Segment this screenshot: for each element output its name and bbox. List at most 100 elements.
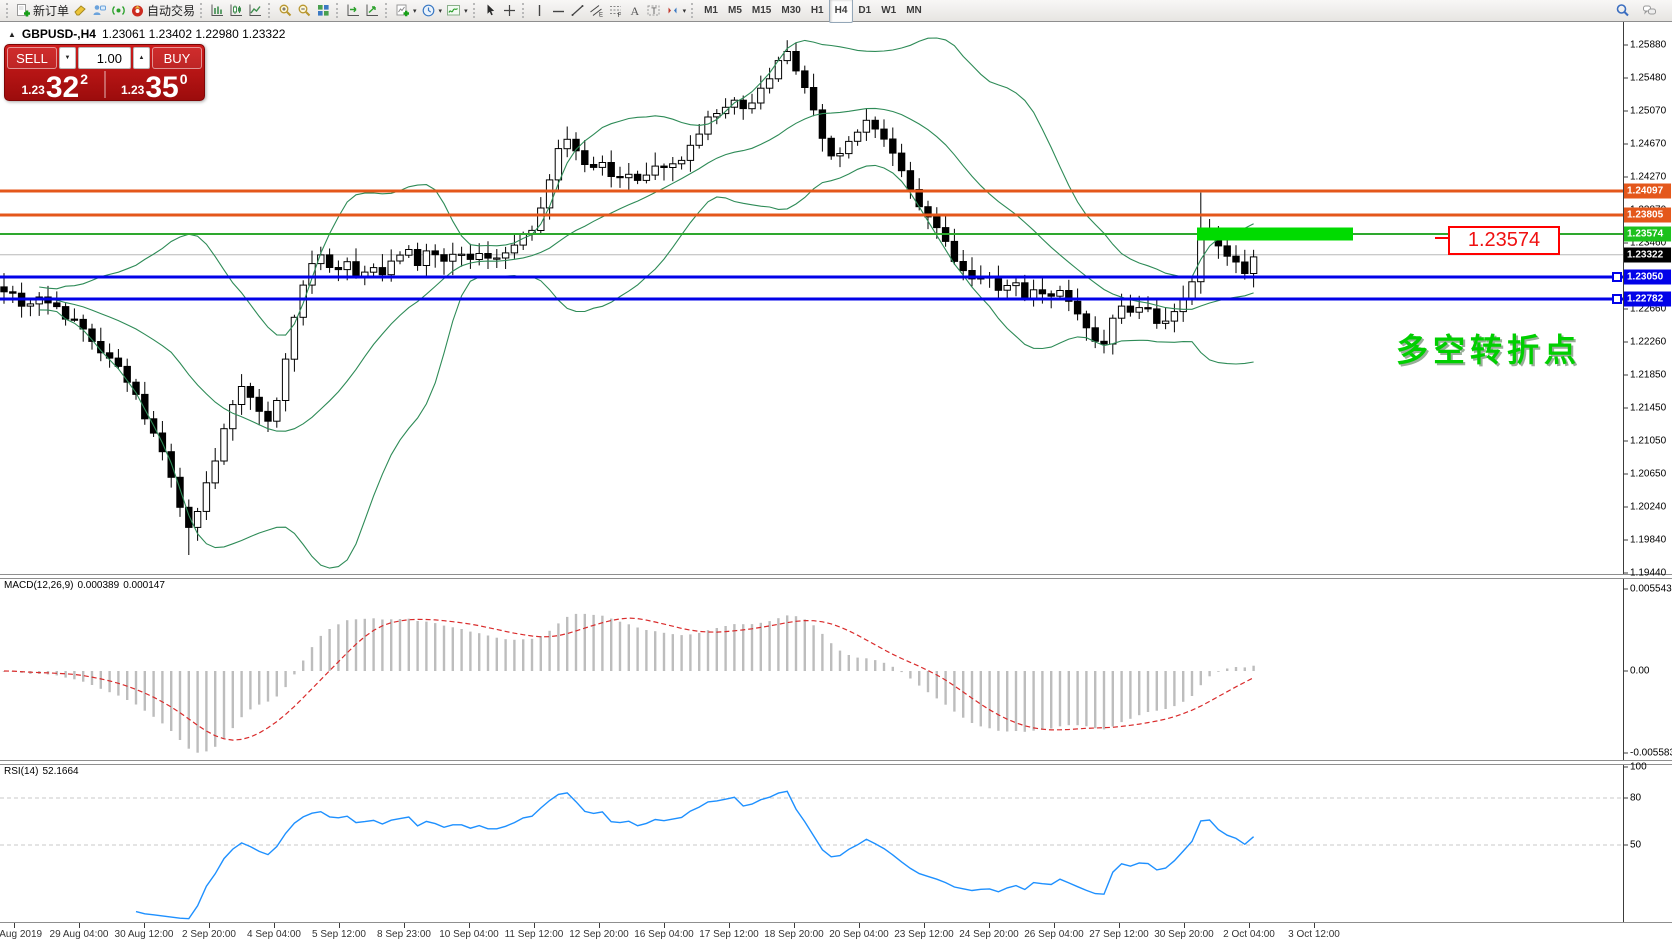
- timeframe-M5-button[interactable]: M5: [723, 0, 747, 22]
- horizontal-line-object[interactable]: [0, 298, 1623, 301]
- price-divider: [104, 71, 106, 98]
- time-axis-tick: [729, 923, 730, 928]
- collapse-panel-icon[interactable]: ▲: [8, 30, 16, 39]
- volume-decrease-button[interactable]: ▼: [59, 47, 76, 69]
- time-axis-tick: [859, 923, 860, 928]
- toolbar-new-order-button[interactable]: 新订单: [14, 1, 71, 20]
- toolbar-cursor-button[interactable]: [481, 1, 500, 20]
- timeframe-MN-button[interactable]: MN: [901, 0, 927, 22]
- toolbar-line-chart-button[interactable]: [246, 1, 265, 20]
- horizontal-line-object[interactable]: [0, 276, 1623, 279]
- rsi-axis-tick: [1623, 845, 1628, 846]
- toolbar-autotrade-button[interactable]: 自动交易: [128, 1, 197, 20]
- toolbar-arrows-button[interactable]: ▾: [663, 1, 689, 20]
- volume-increase-button[interactable]: ▲: [133, 47, 150, 69]
- sell-price[interactable]: 1.23 32 2: [7, 69, 103, 100]
- time-axis-label: 23 Sep 12:00: [894, 929, 954, 940]
- trendline-icon: [570, 3, 585, 18]
- rsi-label: RSI(14)52.1664: [4, 766, 83, 777]
- toolbar-grip: [473, 3, 478, 18]
- timeframe-D1-button[interactable]: D1: [853, 0, 876, 22]
- toolbar-new-chart-button[interactable]: ▾: [393, 1, 419, 20]
- toolbar-period-clock-button[interactable]: ▾: [419, 1, 445, 20]
- price-axis-label: 1.24670: [1630, 139, 1666, 150]
- line-endpoint-marker[interactable]: [1612, 272, 1622, 282]
- macd-axis-label: 0.005543: [1630, 584, 1672, 595]
- toolbar-tile-windows-button[interactable]: [314, 1, 333, 20]
- toolbar-community-button[interactable]: [1640, 1, 1659, 20]
- price-axis-label: 1.22260: [1630, 336, 1666, 347]
- toolbar-search-button[interactable]: [1613, 1, 1632, 20]
- rsi-axis-label: 80: [1630, 792, 1641, 803]
- toolbar-horizontal-line-button[interactable]: [549, 1, 568, 20]
- toolbar-trendline-button[interactable]: [568, 1, 587, 20]
- price-axis-label: 1.21050: [1630, 436, 1666, 447]
- time-axis-label: 26 Sep 04:00: [1024, 929, 1084, 940]
- price-line-badge: 1.23574: [1624, 227, 1671, 242]
- volume-input[interactable]: 1.00: [78, 47, 131, 69]
- timeframe-M15-button[interactable]: M15: [747, 0, 776, 22]
- horizontal-line-object[interactable]: [0, 214, 1623, 217]
- timeframe-M1-button[interactable]: M1: [699, 0, 723, 22]
- price-axis-tick: [1623, 111, 1628, 112]
- timeframe-M30-button[interactable]: M30: [776, 0, 805, 22]
- pane-splitter-rsi[interactable]: [0, 760, 1672, 765]
- timeframe-W1-button[interactable]: W1: [876, 0, 901, 22]
- highlighted-line-segment[interactable]: [1197, 228, 1353, 241]
- timeframe-H4-button[interactable]: H4: [829, 0, 854, 23]
- time-axis-tick: [1119, 923, 1120, 928]
- toolbar-text-label-button[interactable]: T: [644, 1, 663, 20]
- toolbar-text-button[interactable]: A: [625, 1, 644, 20]
- toolbar-grip: [200, 3, 205, 18]
- price-axis-label: 1.21450: [1630, 403, 1666, 414]
- toolbar-equidistant-channel-button[interactable]: E: [587, 1, 606, 20]
- toolbar-bar-chart-button[interactable]: [208, 1, 227, 20]
- time-axis-label: 29 Aug 04:00: [50, 929, 109, 940]
- toolbar-fibonacci-button[interactable]: F: [606, 1, 625, 20]
- toolbar-right: [1613, 1, 1669, 20]
- line-chart-icon: [248, 3, 263, 18]
- timeframe-H1-button[interactable]: H1: [806, 0, 829, 22]
- ohlc-values: 1.23061 1.23402 1.22980 1.23322: [102, 27, 286, 41]
- toolbar-grip: [336, 3, 341, 18]
- price-callout[interactable]: 1.23574: [1448, 226, 1560, 255]
- arrows-icon: [665, 3, 680, 18]
- annotation-text[interactable]: 多空转折点: [1396, 325, 1581, 371]
- sell-button[interactable]: SELL: [7, 47, 57, 69]
- toolbar-eraser-button[interactable]: [71, 1, 90, 20]
- svg-text:A: A: [630, 4, 639, 18]
- price-axis-label: 1.19840: [1630, 535, 1666, 546]
- toolbar-signal-button[interactable]: [109, 1, 128, 20]
- sell-price-sup: 2: [80, 71, 88, 87]
- time-axis-tick: [404, 923, 405, 928]
- price-line-badge: 1.23805: [1624, 208, 1671, 223]
- signal-icon: [111, 3, 126, 18]
- chart-autoscroll-icon: [365, 3, 380, 18]
- toolbar-indicator-template-button[interactable]: ▾: [444, 1, 470, 20]
- dropdown-caret-icon: ▾: [464, 7, 468, 15]
- price-axis-label: 1.20650: [1630, 468, 1666, 479]
- toolbar-chart-shift-button[interactable]: [344, 1, 363, 20]
- chart-overlays: 1.258801.254801.250701.246701.242701.238…: [0, 0, 1672, 942]
- symbol-period-label: GBPUSD-,H4: [22, 27, 96, 41]
- toolbar-chat-user-button[interactable]: [90, 1, 109, 20]
- buy-price[interactable]: 1.23 35 0: [107, 69, 203, 100]
- toolbar-zoom-in-button[interactable]: [276, 1, 295, 20]
- toolbar-vertical-line-button[interactable]: [530, 1, 549, 20]
- price-axis-tick: [1623, 341, 1628, 342]
- toolbar-candlestick-button[interactable]: [227, 1, 246, 20]
- toolbar-zoom-out-button[interactable]: [295, 1, 314, 20]
- time-axis-label: 30 Sep 20:00: [1154, 929, 1214, 940]
- toolbar: 新订单自动交易▾▾▾EFAT▾M1M5M15M30H1H4D1W1MN: [0, 0, 1672, 22]
- line-endpoint-marker[interactable]: [1612, 294, 1622, 304]
- toolbar-crosshair-button[interactable]: [500, 1, 519, 20]
- pane-splitter-macd[interactable]: [0, 574, 1672, 579]
- toolbar-chart-autoscroll-button[interactable]: [363, 1, 382, 20]
- macd-axis-tick: [1623, 671, 1628, 672]
- toolbar-grip: [268, 3, 273, 18]
- time-axis-tick: [1249, 923, 1250, 928]
- horizontal-line-object[interactable]: [0, 233, 1623, 235]
- horizontal-line-object[interactable]: [0, 190, 1623, 193]
- buy-button[interactable]: BUY: [152, 47, 202, 69]
- buy-price-prefix: 1.23: [121, 83, 144, 97]
